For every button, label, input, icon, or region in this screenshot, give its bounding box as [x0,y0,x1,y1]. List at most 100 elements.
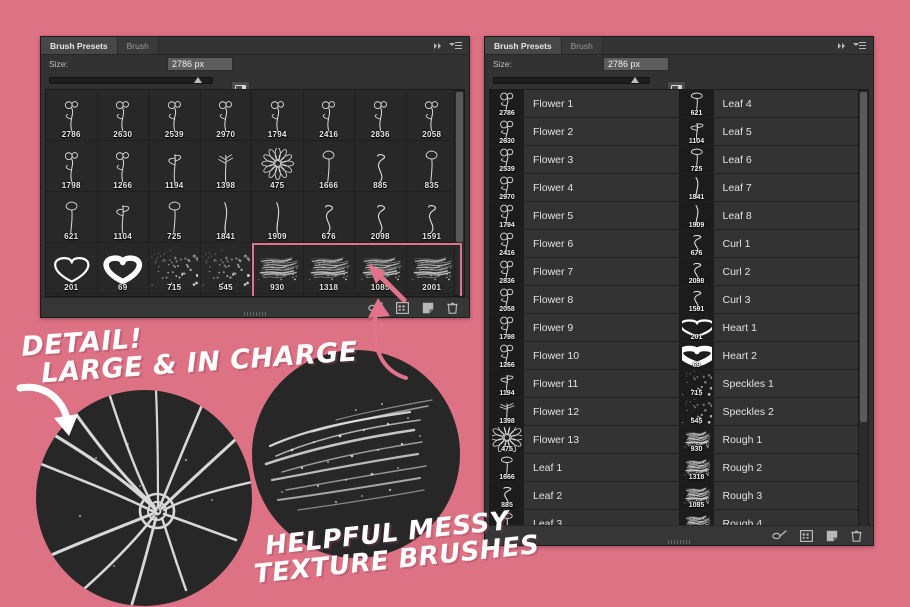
brush-list-item[interactable]: 2970 Flower 4 [490,174,679,202]
grid-vertical-scrollbar[interactable] [454,90,465,296]
brush-grid-cell-930[interactable]: 930 [252,243,304,294]
brush-grid-cell-2416[interactable]: 2416 [303,90,355,141]
tab-brush-presets-right[interactable]: Brush Presets [485,37,562,54]
brush-preset-list[interactable]: 2786 Flower 1 2630 Flower 2 2539 Flower 3 2… [489,89,869,527]
panel-controls-left[interactable] [427,37,469,54]
brush-grid-cell-2539[interactable]: 2539 [149,90,201,141]
tab-brush-right[interactable]: Brush [561,37,603,54]
brush-grid-cell-1398[interactable]: 1398 [200,141,252,192]
panel-menu-icon[interactable] [449,41,462,50]
brush-grid-cell-1666[interactable]: 1666 [303,141,355,192]
brush-list-item[interactable]: 676 Curl 1 [679,230,868,258]
brush-grid-cell-1798[interactable]: 1798 [46,141,98,192]
brush-grid-cell-2836[interactable]: 2836 [355,90,407,141]
brush-list-item[interactable]: 1318 Rough 2 [679,454,868,482]
toggle-brush-preview-icon[interactable] [772,530,787,541]
delete-brush-icon[interactable] [447,302,458,314]
brush-grid-cell-1591[interactable]: 1591 [406,192,458,243]
panel-tab-bar-left[interactable]: Brush Presets Brush [41,37,469,55]
brush-list-column-right[interactable]: 621 Leaf 4 1104 Leaf 5 725 Leaf 6 1841 Leaf 7… [678,90,868,526]
brush-size-row-right[interactable]: Size: [485,55,873,100]
brush-grid-cell-475[interactable]: 475 [252,141,304,192]
brush-grid-cell-2001[interactable]: 2001 [406,243,458,294]
panel-menu-icon[interactable] [853,41,866,50]
brush-list-item[interactable]: 885 Leaf 2 [490,482,679,510]
brush-list-column-left[interactable]: 2786 Flower 1 2630 Flower 2 2539 Flower 3 2… [490,90,679,526]
brush-grid-cell-2970[interactable]: 2970 [200,90,252,141]
brush-grid-cell-1266[interactable]: 1266 [97,141,149,192]
brush-list-item[interactable]: 2416 Flower 6 [490,230,679,258]
brush-size-input[interactable] [167,57,233,71]
tab-brush-presets[interactable]: Brush Presets [41,37,118,54]
brush-grid-cell-201[interactable]: 201 [46,243,98,294]
brush-grid-cell-835[interactable]: 835 [406,141,458,192]
brush-grid-cell-885[interactable]: 885 [355,141,407,192]
brush-list-item[interactable]: 1794 Flower 5 [490,202,679,230]
brush-grid-cell-2630[interactable]: 2630 [97,90,149,141]
delete-brush-icon[interactable] [851,530,862,542]
brush-grid-cell-621[interactable]: 621 [46,192,98,243]
brush-presets-panel-list[interactable]: Brush Presets Brush Size: 2786 px 2786 F… [484,36,874,546]
brush-grid-cell-1104[interactable]: 1104 [97,192,149,243]
brush-grid-cell-725[interactable]: 725 [149,192,201,243]
brush-thumbnail-icon: 885 [490,482,524,509]
brush-list-item[interactable]: 2539 Flower 3 [490,146,679,174]
preset-manager-icon[interactable] [800,529,813,542]
brush-list-item[interactable]: 1266 Flower 10 [490,342,679,370]
brush-list-item[interactable]: 201 Heart 1 [679,314,868,342]
brush-list-item[interactable]: 621 Leaf 4 [679,90,868,118]
brush-list-item[interactable]: 2786 Flower 1 [490,90,679,118]
brush-size-number: 1794 [267,130,287,139]
brush-size-slider-right[interactable] [493,77,650,84]
brush-thumbnail-icon: 1794 [490,202,524,229]
new-brush-icon[interactable] [826,530,838,542]
brush-list-item[interactable]: 1194 Flower 11 [490,370,679,398]
brush-grid-cell-1841[interactable]: 1841 [200,192,252,243]
double-chevron-right-icon[interactable] [838,42,847,50]
brush-grid-cell-715[interactable]: 715 [149,243,201,294]
brush-list-item[interactable]: 1909 Leaf 8 [679,202,868,230]
brush-grid-cell-69[interactable]: 69 [97,243,149,294]
brush-list-item[interactable]: 2058 Flower 8 [490,286,679,314]
brush-size-row-left[interactable]: Size: [41,55,469,100]
brush-grid-cell-1318[interactable]: 1318 [303,243,355,294]
brush-size-slider[interactable] [49,77,213,84]
brush-list-item[interactable]: 2098 Curl 2 [679,258,868,286]
brush-list-item[interactable]: 69 Heart 2 [679,342,868,370]
list-vertical-scrollbar[interactable] [858,90,869,526]
brush-list-item[interactable]: 715 Speckles 1 [679,370,868,398]
panel-controls-right[interactable] [831,37,873,54]
brush-grid-cell-2098[interactable]: 2098 [355,192,407,243]
brush-grid-cell-1909[interactable]: 1909 [252,192,304,243]
brush-size-input-right[interactable] [603,57,669,71]
brush-list-item[interactable]: 1798 Flower 9 [490,314,679,342]
tab-brush[interactable]: Brush [117,37,159,54]
brush-thumbnail-icon: 1666 [490,454,524,481]
brush-list-item[interactable]: 545 Speckles 2 [679,398,868,426]
brush-preset-name: Leaf 4 [722,97,752,110]
brush-size-number: 2058 [422,130,442,139]
brush-list-item[interactable]: 2836 Flower 7 [490,258,679,286]
panel-resize-grip-right[interactable] [668,540,690,544]
brush-grid-cell-545[interactable]: 545 [200,243,252,294]
brush-list-item[interactable]: 1666 Leaf 1 [490,454,679,482]
brush-list-item[interactable]: 1841 Leaf 7 [679,174,868,202]
brush-grid-cell-1194[interactable]: 1194 [149,141,201,192]
panel-tab-bar-right[interactable]: Brush Presets Brush [485,37,873,55]
brush-size-number: 715 [690,390,703,397]
brush-list-item[interactable]: 725 Leaf 6 [679,146,868,174]
brush-grid-cell-676[interactable]: 676 [303,192,355,243]
brush-list-item[interactable]: 2630 Flower 2 [490,118,679,146]
double-chevron-right-icon[interactable] [434,42,443,50]
brush-grid-cell-2786[interactable]: 2786 [46,90,98,141]
brush-grid-cell-2058[interactable]: 2058 [406,90,458,141]
panel-footer-right[interactable] [485,525,873,545]
panel-resize-grip[interactable] [244,312,266,316]
brush-list-item[interactable]: 1085 Rough 3 [679,482,868,510]
brush-list-item[interactable]: 1104 Leaf 5 [679,118,868,146]
brush-list-item[interactable]: 930 Rough 1 [679,426,868,454]
brush-grid-cell-1794[interactable]: 1794 [252,90,304,141]
brush-list-item[interactable]: 475 Flower 13 [490,426,679,454]
brush-list-item[interactable]: 1398 Flower 12 [490,398,679,426]
brush-list-item[interactable]: 1591 Curl 3 [679,286,868,314]
